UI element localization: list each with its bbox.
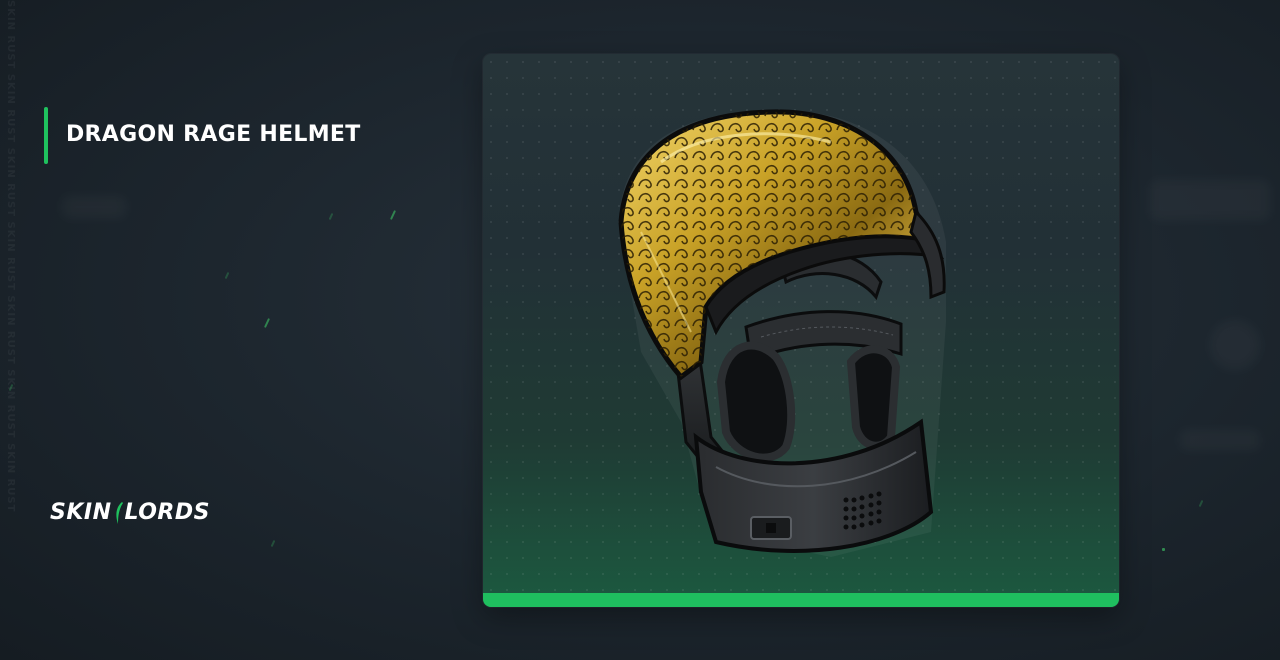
title-accent-bar xyxy=(44,107,48,164)
green-spark xyxy=(389,210,397,220)
rarity-bar xyxy=(483,593,1119,607)
logo-text-left: SKIN xyxy=(50,500,112,525)
watermark-text: SKIN RUST SKIN RUST SKIN RUST SKIN RUST … xyxy=(5,0,16,513)
green-spark xyxy=(1162,548,1165,551)
background-blur-shape xyxy=(1180,430,1260,450)
logo-blade-icon xyxy=(115,501,123,524)
skinlords-logo: SKIN LORDS xyxy=(50,500,210,525)
helmet-icon xyxy=(618,109,946,557)
background-blur-shape xyxy=(62,196,126,218)
green-spark xyxy=(270,539,276,548)
green-spark xyxy=(1198,499,1204,508)
green-spark xyxy=(224,271,230,280)
side-watermark: SKIN RUST SKIN RUST SKIN RUST SKIN RUST … xyxy=(2,0,16,660)
item-title: DRAGON RAGE HELMET xyxy=(66,122,361,147)
background-blur-shape xyxy=(1150,180,1270,220)
green-spark xyxy=(263,318,271,328)
background-blur-shape xyxy=(1210,320,1260,370)
logo-text-right: LORDS xyxy=(124,500,210,525)
item-card xyxy=(483,54,1119,607)
green-spark xyxy=(328,212,334,221)
